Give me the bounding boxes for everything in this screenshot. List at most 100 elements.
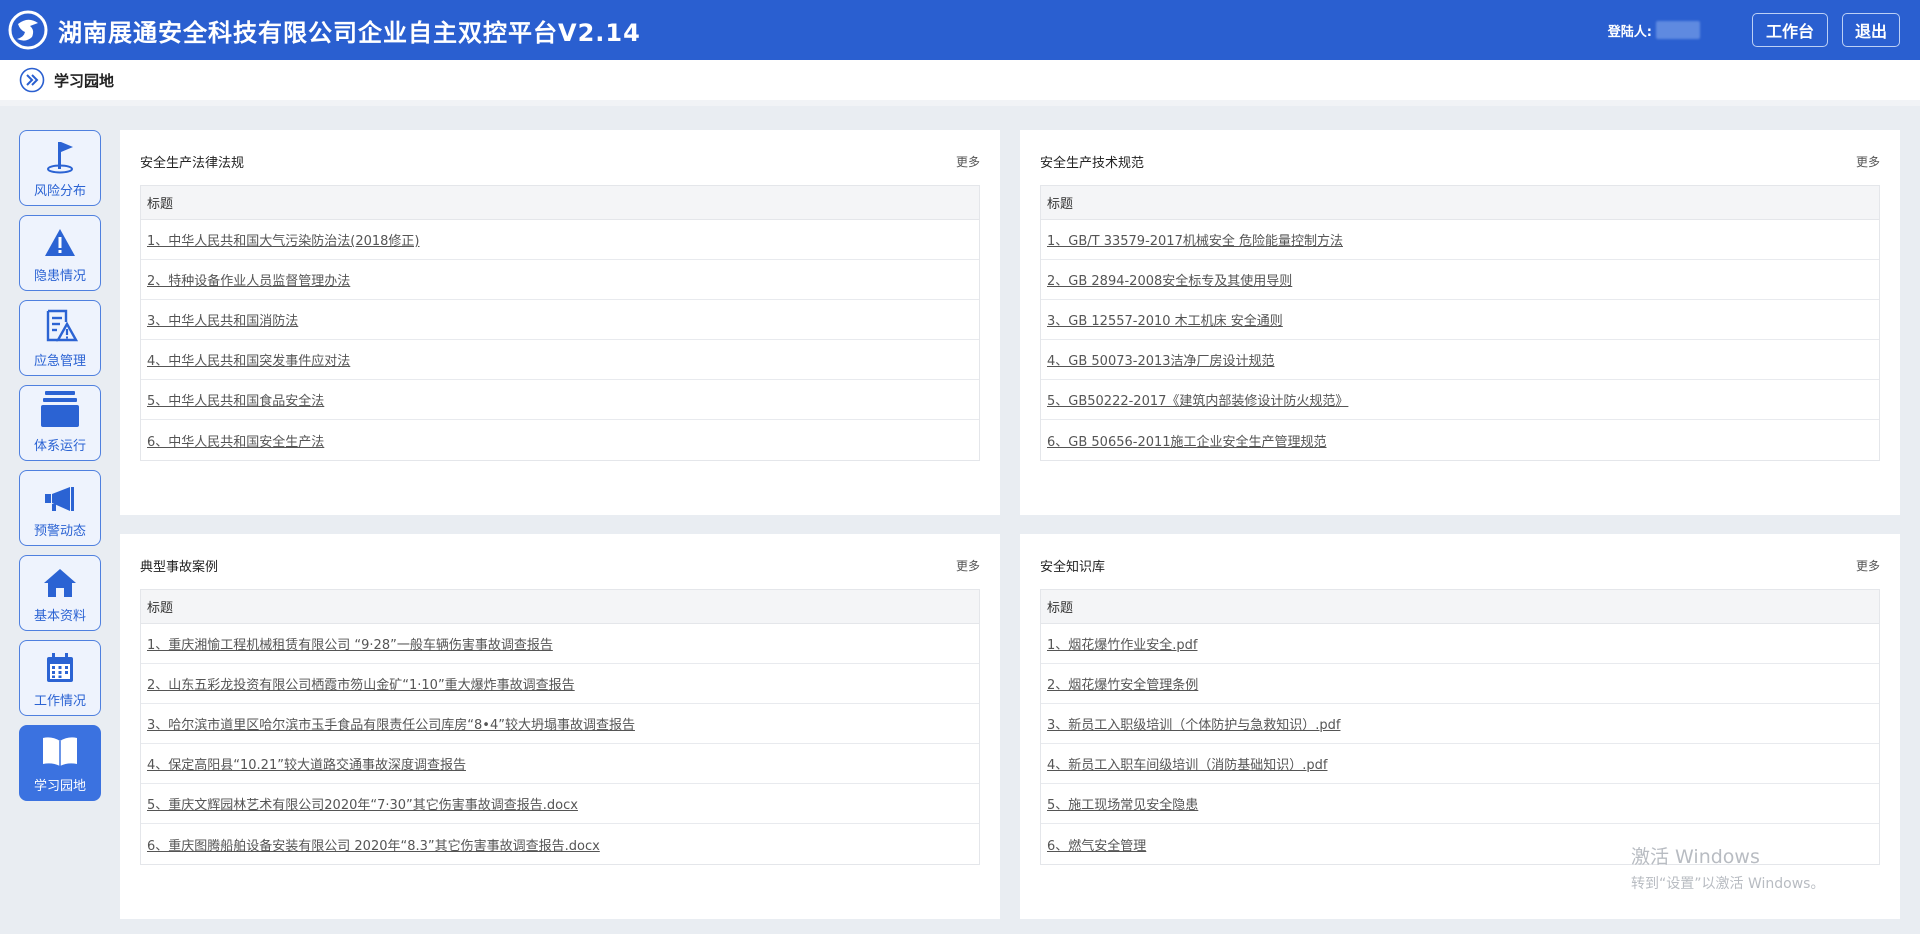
list-item-link[interactable]: 1、重庆湘愉工程机械租赁有限公司 “9·28”一般车辆伤害事故调查报告 xyxy=(147,634,553,653)
list-item-link[interactable]: 5、中华人民共和国食品安全法 xyxy=(147,390,324,409)
list-item-link[interactable]: 2、特种设备作业人员监督管理办法 xyxy=(147,270,350,289)
list-item-link[interactable]: 2、烟花爆竹安全管理条例 xyxy=(1047,674,1198,693)
list-item-link[interactable]: 3、新员工入职级培训（个体防护与急救知识）.pdf xyxy=(1047,714,1340,733)
table-row: 1、GB/T 33579-2017机械安全 危险能量控制方法 xyxy=(1041,220,1879,260)
flag-icon xyxy=(47,142,73,174)
sidebar-item-label: 学习园地 xyxy=(33,779,86,794)
panel-accident-cases: 典型事故案例 更多 标题 1、重庆湘愉工程机械租赁有限公司 “9·28”一般车辆… xyxy=(120,534,1000,919)
sidebar-item-label: 应急管理 xyxy=(33,354,86,369)
sidebar-item-label: 预警动态 xyxy=(33,524,86,539)
table-row: 6、GB 50656-2011施工企业安全生产管理规范 xyxy=(1041,420,1879,460)
table-row: 3、新员工入职级培训（个体防护与急救知识）.pdf xyxy=(1041,704,1879,744)
table-row: 5、GB50222-2017《建筑内部装修设计防火规范》 xyxy=(1041,380,1879,420)
list-item-link[interactable]: 4、保定高阳县“10.21”较大道路交通事故深度调查报告 xyxy=(147,754,466,773)
sidebar-item-risk-distribution[interactable]: 风险分布 xyxy=(19,130,101,206)
sidebar-item-work-status[interactable]: 工作情况 xyxy=(19,640,101,716)
panel-title: 典型事故案例 xyxy=(140,559,219,575)
table-row: 4、中华人民共和国突发事件应对法 xyxy=(141,340,979,380)
panel-header: 安全知识库 更多 xyxy=(1040,556,1880,575)
list-item-link[interactable]: 6、中华人民共和国安全生产法 xyxy=(147,431,324,450)
workbench-button[interactable]: 工作台 xyxy=(1751,13,1828,47)
sidebar-item-basic-info[interactable]: 基本资料 xyxy=(19,555,101,631)
list-item-link[interactable]: 5、施工现场常见安全隐患 xyxy=(1047,794,1198,813)
table-row: 4、保定高阳县“10.21”较大道路交通事故深度调查报告 xyxy=(141,744,979,784)
sidebar-item-emergency[interactable]: 应急管理 xyxy=(19,300,101,376)
list-item-link[interactable]: 4、GB 50073-2013洁净厂房设计规范 xyxy=(1047,350,1275,369)
panel-title: 安全生产技术规范 xyxy=(1040,155,1145,171)
table-row: 2、特种设备作业人员监督管理办法 xyxy=(141,260,979,300)
table-row: 4、GB 50073-2013洁净厂房设计规范 xyxy=(1041,340,1879,380)
panel-title: 安全知识库 xyxy=(1040,559,1106,575)
table-row: 4、新员工入职车间级培训（消防基础知识）.pdf xyxy=(1041,744,1879,784)
list-item-link[interactable]: 1、烟花爆竹作业安全.pdf xyxy=(1047,634,1197,653)
panel-safety-laws: 安全生产法律法规 更多 标题 1、中华人民共和国大气污染防治法(2018修正) … xyxy=(120,130,1000,515)
more-link[interactable]: 更多 xyxy=(1856,153,1880,170)
breadcrumb-current: 学习园地 xyxy=(54,71,115,90)
sidebar-item-label: 工作情况 xyxy=(33,694,86,709)
more-link[interactable]: 更多 xyxy=(956,557,980,574)
table-header: 标题 xyxy=(141,186,979,220)
sidebar-item-label: 风险分布 xyxy=(33,184,86,199)
table-header: 标题 xyxy=(1041,186,1879,220)
table-row: 2、烟花爆竹安全管理条例 xyxy=(1041,664,1879,704)
list-item-link[interactable]: 5、GB50222-2017《建筑内部装修设计防火规范》 xyxy=(1047,390,1348,409)
list-item-link[interactable]: 6、重庆图腾船舶设备安装有限公司 2020年“8.3”其它伤害事故调查报告.do… xyxy=(147,835,600,854)
sidebar-item-label: 体系运行 xyxy=(33,439,86,454)
list-item-link[interactable]: 3、GB 12557-2010 木工机床 安全通则 xyxy=(1047,310,1283,329)
sidebar-item-label: 基本资料 xyxy=(33,609,86,624)
table-row: 3、GB 12557-2010 木工机床 安全通则 xyxy=(1041,300,1879,340)
warning-icon xyxy=(45,229,75,256)
table-header: 标题 xyxy=(1041,590,1879,624)
logout-button[interactable]: 退出 xyxy=(1841,13,1900,47)
panel-title: 安全生产法律法规 xyxy=(140,155,245,171)
windows-activation-watermark: 激活 Windows 转到“设置”以激活 Windows。 xyxy=(1631,842,1824,893)
table-row: 5、中华人民共和国食品安全法 xyxy=(141,380,979,420)
sidebar-item-learning-garden[interactable]: 学习园地 xyxy=(19,725,101,801)
more-link[interactable]: 更多 xyxy=(1856,557,1880,574)
list-item-link[interactable]: 2、山东五彩龙投资有限公司栖霞市笏山金矿“1·10”重大爆炸事故调查报告 xyxy=(147,674,575,693)
panel-header: 安全生产法律法规 更多 xyxy=(140,152,980,171)
table-row: 5、重庆文辉园林艺术有限公司2020年“7·30”其它伤害事故调查报告.docx xyxy=(141,784,979,824)
panel-header: 典型事故案例 更多 xyxy=(140,556,980,575)
book-icon xyxy=(43,737,77,766)
table-row: 1、中华人民共和国大气污染防治法(2018修正) xyxy=(141,220,979,260)
list-item-link[interactable]: 4、新员工入职车间级培训（消防基础知识）.pdf xyxy=(1047,754,1327,773)
list-table: 标题 1、GB/T 33579-2017机械安全 危险能量控制方法 2、GB 2… xyxy=(1040,185,1880,461)
header-actions: 登陆人: 工作台 退出 xyxy=(1608,0,1900,60)
calendar-icon xyxy=(47,653,73,682)
list-table: 标题 1、重庆湘愉工程机械租赁有限公司 “9·28”一般车辆伤害事故调查报告 2… xyxy=(140,589,980,865)
table-row: 1、重庆湘愉工程机械租赁有限公司 “9·28”一般车辆伤害事故调查报告 xyxy=(141,624,979,664)
panel-header: 安全生产技术规范 更多 xyxy=(1040,152,1880,171)
sidebar-item-warning-dynamics[interactable]: 预警动态 xyxy=(19,470,101,546)
list-item-link[interactable]: 4、中华人民共和国突发事件应对法 xyxy=(147,350,350,369)
table-row: 3、中华人民共和国消防法 xyxy=(141,300,979,340)
double-chevron-right-icon xyxy=(19,67,45,93)
list-table: 标题 1、烟花爆竹作业安全.pdf 2、烟花爆竹安全管理条例 3、新员工入职级培… xyxy=(1040,589,1880,865)
table-row: 5、施工现场常见安全隐患 xyxy=(1041,784,1879,824)
table-row: 1、烟花爆竹作业安全.pdf xyxy=(1041,624,1879,664)
sidebar-nav: 风险分布 隐患情况 应急管理 体系运行 预警动态 基本资料 工作情况 学习园地 xyxy=(19,130,101,810)
table-row: 6、中华人民共和国安全生产法 xyxy=(141,420,979,460)
home-icon xyxy=(44,569,76,597)
list-item-link[interactable]: 2、GB 2894-2008安全标专及其使用导则 xyxy=(1047,270,1292,289)
sidebar-item-label: 隐患情况 xyxy=(33,269,86,284)
list-item-link[interactable]: 6、GB 50656-2011施工企业安全生产管理规范 xyxy=(1047,431,1327,450)
list-item-link[interactable]: 3、中华人民共和国消防法 xyxy=(147,310,298,329)
list-item-link[interactable]: 3、哈尔滨市道里区哈尔滨市玉手食品有限责任公司库房“8•4”较大坍塌事故调查报告 xyxy=(147,714,635,733)
list-item-link[interactable]: 1、中华人民共和国大气污染防治法(2018修正) xyxy=(147,230,420,249)
table-header: 标题 xyxy=(141,590,979,624)
list-item-link[interactable]: 6、燃气安全管理 xyxy=(1047,835,1146,854)
table-row: 2、GB 2894-2008安全标专及其使用导则 xyxy=(1041,260,1879,300)
login-label: 登陆人: xyxy=(1607,24,1652,40)
table-row: 2、山东五彩龙投资有限公司栖霞市笏山金矿“1·10”重大爆炸事故调查报告 xyxy=(141,664,979,704)
more-link[interactable]: 更多 xyxy=(956,153,980,170)
table-row: 6、重庆图腾船舶设备安装有限公司 2020年“8.3”其它伤害事故调查报告.do… xyxy=(141,824,979,864)
top-header: 湖南展通安全科技有限公司企业自主双控平台V2.14 登陆人: 工作台 退出 xyxy=(0,0,1920,60)
app-title: 湖南展通安全科技有限公司企业自主双控平台V2.14 xyxy=(58,18,641,47)
list-item-link[interactable]: 5、重庆文辉园林艺术有限公司2020年“7·30”其它伤害事故调查报告.docx xyxy=(147,794,578,813)
sidebar-item-system-operation[interactable]: 体系运行 xyxy=(19,385,101,461)
login-user-name xyxy=(1655,21,1700,39)
sidebar-item-hidden-danger[interactable]: 隐患情况 xyxy=(19,215,101,291)
list-item-link[interactable]: 1、GB/T 33579-2017机械安全 危险能量控制方法 xyxy=(1047,230,1343,249)
breadcrumb: 学习园地 xyxy=(0,60,1920,106)
